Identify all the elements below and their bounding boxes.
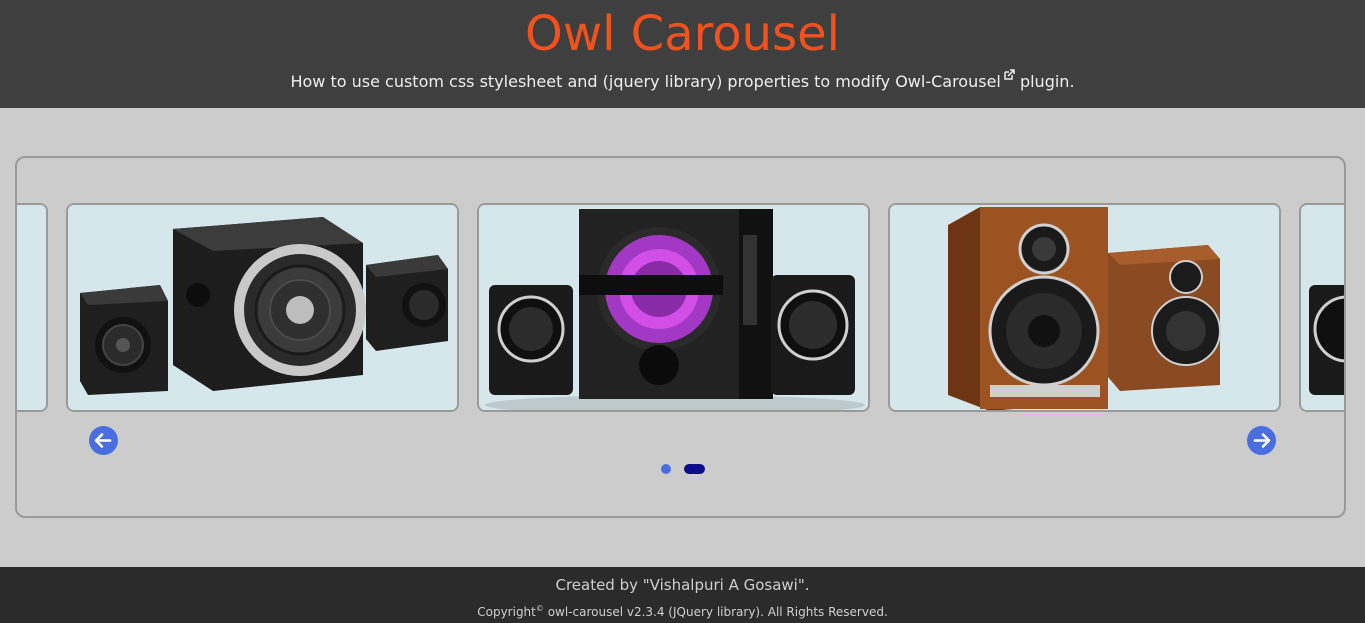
carousel-slide-speaker-fd[interactable] <box>477 203 870 412</box>
copyright-mark: © <box>535 604 544 613</box>
speaker-image <box>68 205 457 410</box>
speaker-image <box>479 205 868 410</box>
arrow-left-icon <box>94 433 112 448</box>
copyright-word: Copyright <box>477 605 536 619</box>
page-subtitle: How to use custom css stylesheet and (jq… <box>0 69 1365 94</box>
carousel-slide-speaker-wooden[interactable] <box>888 203 1281 412</box>
speaker-image <box>17 205 46 410</box>
page-footer: Created by "Vishalpuri A Gosawi". Copyri… <box>0 567 1365 623</box>
carousel-dots <box>17 464 1344 476</box>
speaker-image <box>1301 205 1344 410</box>
carousel-stage[interactable] <box>17 158 1344 516</box>
page-header: Owl Carousel How to use custom css style… <box>0 0 1365 108</box>
carousel-slide-speaker-silver[interactable] <box>66 203 459 412</box>
external-link-icon[interactable] <box>1003 69 1015 81</box>
subtitle-suffix: plugin. <box>1019 72 1075 91</box>
owl-carousel-link[interactable]: Owl-Carousel <box>895 72 1001 91</box>
carousel-next-button[interactable] <box>1247 426 1276 455</box>
arrow-right-icon <box>1253 433 1271 448</box>
speaker-image <box>890 205 1279 410</box>
carousel-slide-partial-left[interactable] <box>17 203 48 412</box>
copyright-text: owl-carousel v2.3.4 (JQuery library). Al… <box>543 605 888 619</box>
carousel-prev-button[interactable] <box>89 426 118 455</box>
carousel-dot-2-active[interactable] <box>684 464 705 474</box>
carousel-slide-partial-right[interactable] <box>1299 203 1344 412</box>
page-title: Owl Carousel <box>525 6 840 62</box>
author-credit: Created by "Vishalpuri A Gosawi". <box>555 576 810 594</box>
subtitle-text: How to use custom css stylesheet and (jq… <box>290 72 891 91</box>
carousel-frame <box>15 156 1346 518</box>
carousel-dot-1[interactable] <box>661 464 671 474</box>
copyright-line: Copyright© owl-carousel v2.3.4 (JQuery l… <box>0 599 1365 622</box>
